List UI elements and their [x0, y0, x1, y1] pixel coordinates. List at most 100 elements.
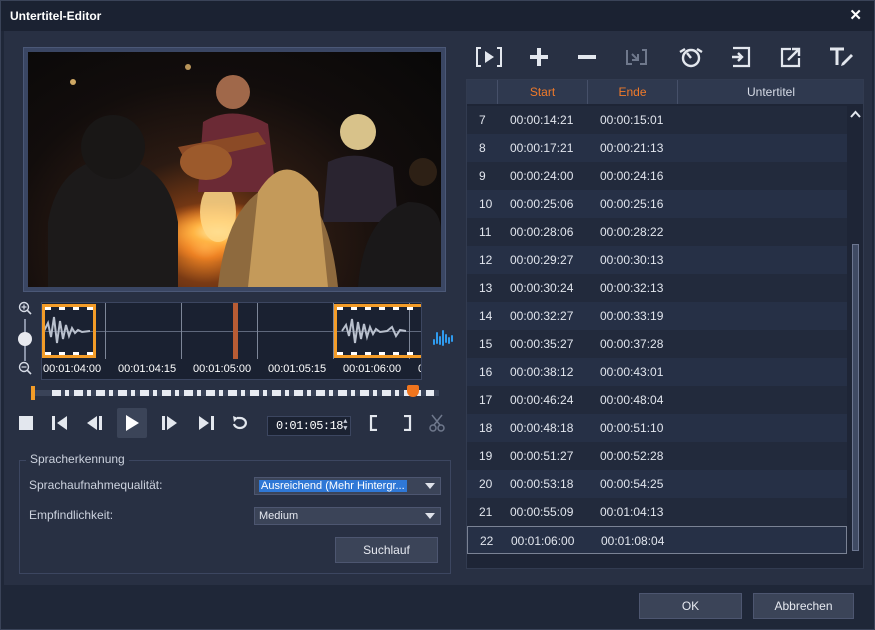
clip-scrub-bar[interactable]	[31, 385, 439, 400]
subtitle-clip-22[interactable]	[334, 304, 421, 358]
table-row[interactable]: 22 00:01:06:00 00:01:08:04	[467, 526, 847, 554]
row-index: 10	[479, 197, 493, 211]
quality-selected-value: Ausreichend (Mehr Hintergr...	[259, 480, 407, 492]
export-subtitle-file-button[interactable]	[776, 43, 806, 71]
table-row[interactable]: 20 00:00:53:18 00:00:54:25	[467, 470, 847, 498]
ruler-label: 00:01:06:00	[343, 363, 402, 375]
table-row[interactable]: 11 00:00:28:06 00:00:28:22	[467, 218, 847, 246]
clip-edge-marks	[45, 307, 93, 310]
subtitle-list-scrollbar[interactable]	[847, 106, 863, 568]
row-start-time: 00:00:38:12	[510, 365, 574, 379]
table-row[interactable]: 15 00:00:35:27 00:00:37:28	[467, 330, 847, 358]
timecode-field[interactable]: 0:01:05:18 ▲ ▼	[267, 416, 351, 436]
table-row[interactable]: 14 00:00:32:27 00:00:33:19	[467, 302, 847, 330]
table-row[interactable]: 18 00:00:48:18 00:00:51:10	[467, 414, 847, 442]
play-icon	[126, 415, 139, 431]
add-subtitle-button[interactable]	[524, 43, 554, 71]
text-options-button[interactable]	[826, 43, 856, 71]
split-button[interactable]	[425, 411, 449, 435]
row-start-time: 00:00:48:18	[510, 421, 574, 435]
row-index: 20	[479, 477, 493, 491]
zoom-in-icon[interactable]	[18, 301, 32, 315]
clip-edge-marks	[337, 307, 421, 310]
play-selected-subtitle-button[interactable]	[474, 43, 504, 71]
previous-frame-button[interactable]	[82, 411, 106, 435]
subtitle-list[interactable]: Start Ende Untertitel 7 00:00:14:21 00:00:…	[466, 79, 864, 569]
ruler-label: 0	[418, 363, 421, 375]
subtitle-toolbar	[474, 41, 864, 75]
subtitle-clip-21[interactable]	[42, 304, 96, 358]
mark-out-button[interactable]	[395, 411, 419, 435]
row-start-time: 00:00:53:18	[510, 477, 574, 491]
zoom-out-icon[interactable]	[18, 361, 32, 375]
merge-subtitles-button[interactable]	[622, 43, 652, 71]
column-header-index	[467, 80, 498, 104]
waveform-area[interactable]	[42, 303, 421, 359]
table-row[interactable]: 13 00:00:30:24 00:00:32:13	[467, 274, 847, 302]
sensitivity-dropdown[interactable]: Medium	[254, 507, 441, 525]
mark-out-icon	[404, 415, 412, 431]
row-start-time: 00:00:17:21	[510, 141, 574, 155]
chevron-up-icon[interactable]	[849, 108, 862, 120]
mark-in-button[interactable]	[362, 411, 386, 435]
chevron-down-icon	[425, 483, 435, 489]
stop-button[interactable]	[14, 411, 38, 435]
row-end-time: 00:00:43:01	[600, 365, 664, 379]
row-index: 8	[479, 141, 486, 155]
waveform-timeline[interactable]: 00:01:04:00 00:01:04:15 00:01:05:00 00:0…	[41, 302, 422, 380]
timecode-spinner-icon[interactable]: ▲ ▼	[343, 419, 347, 433]
row-index: 7	[479, 113, 486, 127]
table-row[interactable]: 10 00:00:25:06 00:00:25:16	[467, 190, 847, 218]
close-icon[interactable]: ✕	[849, 6, 862, 24]
remove-subtitle-button[interactable]	[572, 43, 602, 71]
row-start-time: 00:00:29:27	[510, 253, 574, 267]
repeat-button[interactable]	[228, 411, 252, 435]
merge-icon	[626, 49, 647, 65]
cancel-button[interactable]: Abbrechen	[753, 593, 854, 619]
table-row[interactable]: 16 00:00:38:12 00:00:43:01	[467, 358, 847, 386]
minus-icon	[578, 55, 596, 59]
table-row[interactable]: 19 00:00:51:27 00:00:52:28	[467, 442, 847, 470]
scan-button[interactable]: Suchlauf	[335, 537, 438, 563]
table-row[interactable]: 12 00:00:29:27 00:00:30:13	[467, 246, 847, 274]
zoom-slider-handle[interactable]	[18, 332, 32, 346]
quality-label: Sprachaufnahmequalität:	[29, 478, 163, 492]
audio-waveform-toggle-icon[interactable]	[432, 329, 454, 347]
go-to-end-button[interactable]	[194, 411, 218, 435]
table-row[interactable]: 17 00:00:46:24 00:00:48:04	[467, 386, 847, 414]
timeline-playhead[interactable]	[233, 303, 238, 359]
clip-edge-marks	[45, 352, 93, 355]
import-subtitle-file-button[interactable]	[726, 43, 756, 71]
video-preview	[28, 52, 441, 287]
quality-dropdown[interactable]: Ausreichend (Mehr Hintergr...	[254, 477, 441, 495]
scrub-start-marker[interactable]	[31, 386, 35, 400]
row-end-time: 00:01:08:04	[601, 534, 665, 548]
campfire-scene-image	[48, 64, 441, 287]
scrub-position-handle[interactable]	[407, 385, 419, 397]
next-frame-button[interactable]	[158, 411, 182, 435]
subtitle-list-header: Start Ende Untertitel	[467, 80, 863, 104]
go-to-start-button[interactable]	[48, 411, 72, 435]
play-button[interactable]	[117, 408, 147, 438]
row-index: 16	[479, 365, 493, 379]
table-row[interactable]: 7 00:00:14:21 00:00:15:01	[467, 106, 847, 134]
row-index: 14	[479, 309, 493, 323]
ok-button[interactable]: OK	[639, 593, 742, 619]
table-row[interactable]: 8 00:00:17:21 00:00:21:13	[467, 134, 847, 162]
row-end-time: 00:00:54:25	[600, 477, 664, 491]
column-header-start[interactable]: Start	[498, 80, 588, 104]
row-start-time: 00:01:06:00	[511, 534, 575, 548]
clip-edge-marks	[337, 352, 421, 355]
timecode-value: 0:01:05:18	[276, 419, 344, 433]
window-title: Untertitel-Editor	[10, 9, 102, 23]
table-row[interactable]: 9 00:00:24:00 00:00:24:16	[467, 162, 847, 190]
scrollbar-thumb[interactable]	[852, 244, 859, 551]
subtitle-segment-marks	[52, 390, 434, 396]
column-header-subtitle[interactable]: Untertitel	[678, 80, 863, 104]
sensitivity-label: Empfindlichkeit:	[29, 508, 114, 522]
row-end-time: 00:01:04:13	[600, 505, 664, 519]
time-offset-button[interactable]	[676, 43, 706, 71]
row-index: 9	[479, 169, 486, 183]
column-header-end[interactable]: Ende	[588, 80, 678, 104]
table-row[interactable]: 21 00:00:55:09 00:01:04:13	[467, 498, 847, 526]
